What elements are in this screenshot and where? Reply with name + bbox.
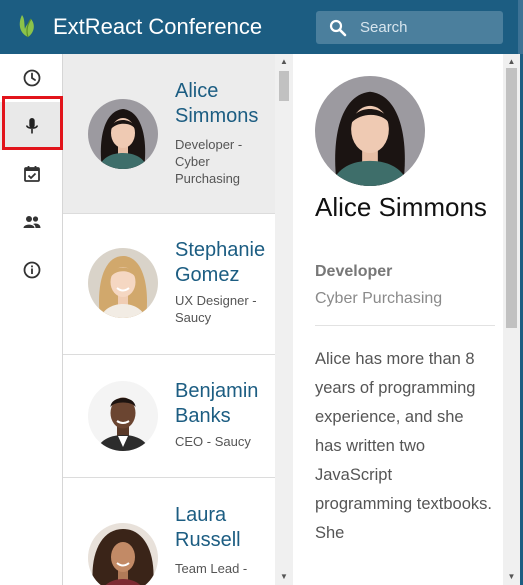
nav-item-attendees[interactable]	[0, 198, 63, 246]
clock-icon	[23, 69, 40, 87]
stephanie-avatar-image	[88, 248, 158, 318]
topbar-edge	[518, 0, 523, 54]
detail-speaker-bio: Alice has more than 8 years of programmi…	[315, 350, 492, 542]
speaker-row-alice[interactable]: Alice Simmons Developer - Cyber Purchasi…	[63, 54, 275, 214]
leaf-logo-icon	[19, 15, 34, 38]
nav-item-calendar[interactable]	[0, 150, 63, 198]
detail-scrollbar[interactable]: ▲ ▼	[503, 54, 520, 585]
people-icon	[23, 216, 40, 228]
speaker-role: Team Lead -	[175, 561, 248, 576]
scrollbar-thumb[interactable]	[279, 71, 289, 101]
nav-item-speakers[interactable]	[0, 102, 63, 150]
app-title: ExtReact Conference	[53, 14, 263, 39]
scroll-up-arrow-icon[interactable]: ▲	[503, 57, 520, 66]
speaker-role: Developer - Cyber Purchasing	[175, 137, 243, 186]
detail-speaker-title: Developer	[315, 263, 393, 280]
laura-avatar-image	[88, 523, 158, 585]
benjamin-avatar-image	[88, 381, 158, 451]
avatar	[88, 523, 158, 585]
nav-item-about[interactable]	[0, 246, 63, 294]
detail-speaker-name: Alice Simmons	[315, 192, 487, 222]
calendar-check-icon	[23, 166, 40, 182]
speaker-detail-panel: Alice Simmons Developer Cyber Purchasing…	[293, 54, 503, 585]
speaker-row-benjamin[interactable]: Benjamin Banks CEO - Saucy	[63, 355, 275, 478]
speaker-name: Stephanie Gomez	[175, 239, 266, 286]
search-input[interactable]: Search	[316, 11, 503, 44]
app-header: ExtReact Conference Search	[0, 0, 523, 54]
avatar	[88, 99, 158, 169]
nav-item-schedule[interactable]	[0, 54, 63, 102]
alice-avatar-image	[88, 99, 158, 169]
speaker-name: Alice Simmons	[175, 80, 259, 127]
speaker-row-laura[interactable]: Laura Russell Team Lead -	[63, 478, 275, 585]
search-icon	[329, 19, 347, 37]
detail-speaker-company: Cyber Purchasing	[315, 290, 443, 307]
alice-detail-avatar-image	[315, 76, 425, 186]
speaker-role: UX Designer - Saucy	[175, 293, 257, 325]
speaker-name: Laura Russell	[175, 504, 241, 551]
speaker-list: Alice Simmons Developer - Cyber Purchasi…	[63, 54, 275, 585]
speaker-role: CEO - Saucy	[175, 434, 251, 449]
sidebar-nav	[0, 54, 63, 585]
detail-divider	[315, 325, 495, 326]
scroll-up-arrow-icon[interactable]: ▲	[275, 57, 293, 66]
detail-avatar	[315, 76, 425, 186]
speaker-name: Benjamin Banks	[175, 380, 259, 427]
avatar	[88, 248, 158, 318]
scroll-down-arrow-icon[interactable]: ▼	[275, 572, 293, 581]
microphone-icon	[25, 118, 38, 134]
speaker-row-stephanie[interactable]: Stephanie Gomez UX Designer - Saucy	[63, 214, 275, 355]
scroll-down-arrow-icon[interactable]: ▼	[503, 572, 520, 581]
scrollbar-thumb[interactable]	[506, 68, 517, 328]
avatar	[88, 381, 158, 451]
info-icon	[23, 261, 40, 279]
speaker-list-scrollbar[interactable]: ▲ ▼	[275, 54, 293, 585]
